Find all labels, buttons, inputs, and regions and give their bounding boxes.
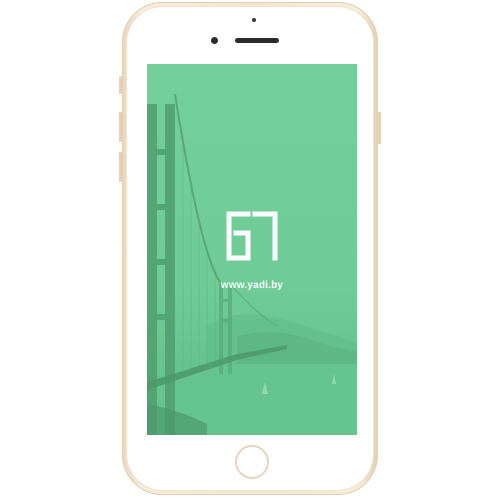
phone-face: www.yadi.by [127,7,373,490]
speaker-icon [235,38,279,43]
front-camera-icon [211,37,218,44]
phone-frame: www.yadi.by [119,2,381,495]
volume-down-button [119,152,122,182]
volume-up-button [119,112,122,142]
yadi-logo-icon [226,211,278,261]
home-button[interactable] [235,445,269,479]
stage: www.yadi.by [0,0,500,499]
site-url-label: www.yadi.by [220,280,284,291]
proximity-sensor-icon [252,18,256,22]
splash-screen[interactable]: www.yadi.by [147,64,357,435]
power-button [378,112,381,144]
mute-switch [119,76,122,94]
